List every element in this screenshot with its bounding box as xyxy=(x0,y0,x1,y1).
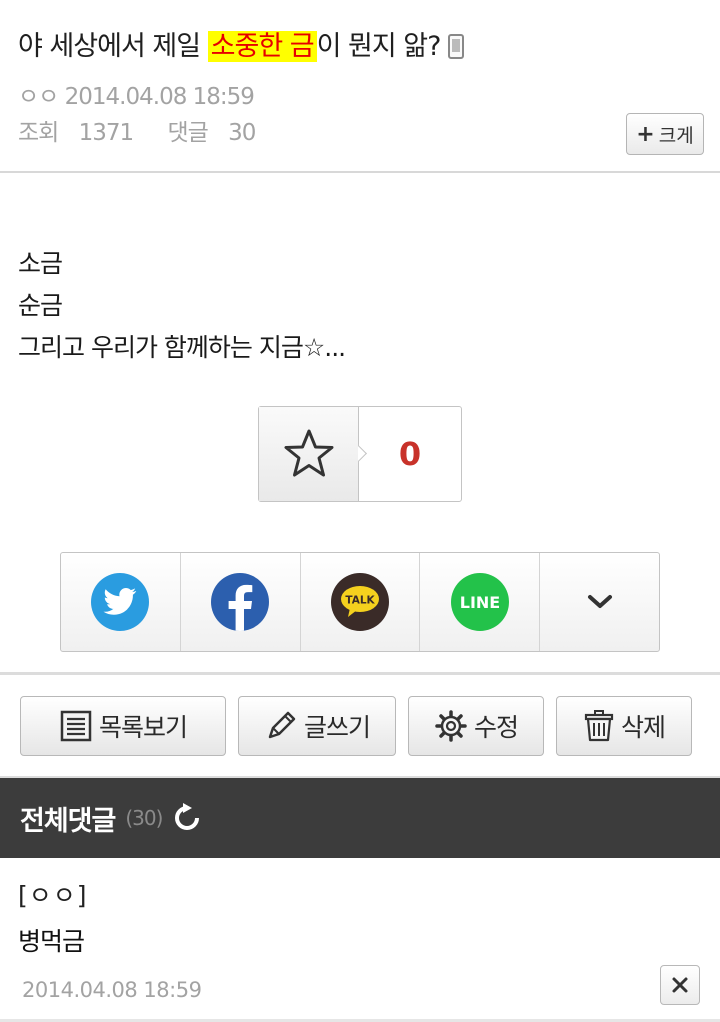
share-bar: TALK LINE xyxy=(60,552,660,652)
title-highlight: 소중한 금 xyxy=(207,31,317,62)
comment-body: 병먹금 xyxy=(18,927,85,956)
content-line: 소금 xyxy=(18,249,63,278)
line-text: LINE xyxy=(460,593,500,612)
recommend-box: 0 xyxy=(258,406,462,502)
views-count: 1371 xyxy=(78,120,135,146)
comments-label: 댓글 xyxy=(167,120,209,146)
recommend-count: 0 xyxy=(398,435,422,473)
edit-label: 수정 xyxy=(473,713,519,742)
twitter-icon xyxy=(91,573,150,631)
share-facebook-button[interactable] xyxy=(181,553,301,651)
line-icon: LINE xyxy=(450,573,509,631)
recommend-button[interactable] xyxy=(259,407,359,501)
title-text-start: 야 세상에서 제일 xyxy=(18,31,208,62)
delete-label: 삭제 xyxy=(620,713,666,742)
views-stat: 조회 1371 xyxy=(18,120,147,146)
comment-datetime: 2014.04.08 18:59 xyxy=(22,978,202,1002)
share-more-button[interactable] xyxy=(540,553,659,651)
mobile-icon xyxy=(448,34,465,59)
enlarge-text-label: 크게 xyxy=(658,124,694,147)
trash-icon xyxy=(584,710,614,742)
comment-author: [ㅇㅇ] xyxy=(18,881,88,910)
gear-icon xyxy=(435,710,467,742)
write-label: 글쓰기 xyxy=(303,713,371,742)
content-line: 그리고 우리가 함께하는 지금☆... xyxy=(18,333,346,362)
delete-button[interactable]: 삭제 xyxy=(556,696,692,756)
kakao-talk-text: TALK xyxy=(345,595,375,607)
post-title: 야 세상에서 제일 소중한 금이 뭔지 앎? xyxy=(18,24,465,63)
enlarge-text-button[interactable]: + 크게 xyxy=(626,113,704,155)
post-meta-stats: 조회 1371 댓글 30 xyxy=(18,113,283,147)
content-line: 순금 xyxy=(18,291,63,320)
post-content: 소금 순금 그리고 우리가 함께하는 지금☆... xyxy=(18,243,346,369)
comments-count: 30 xyxy=(228,120,256,146)
list-view-button[interactable]: 목록보기 xyxy=(20,696,226,756)
comments-header: 전체댓글 (30) xyxy=(0,778,720,858)
post-datetime: 2014.04.08 18:59 xyxy=(64,84,255,110)
write-button[interactable]: 글쓰기 xyxy=(238,696,396,756)
comments-total: (30) xyxy=(125,806,163,830)
post-header: 야 세상에서 제일 소중한 금이 뭔지 앎? ㅇㅇ 2014.04.08 18:… xyxy=(0,0,720,173)
plus-icon: + xyxy=(636,121,655,147)
edit-button[interactable]: 수정 xyxy=(408,696,544,756)
post-author: ㅇㅇ xyxy=(18,84,59,110)
post-meta-author: ㅇㅇ 2014.04.08 18:59 xyxy=(18,77,255,111)
star-icon xyxy=(284,429,333,477)
close-icon xyxy=(672,977,688,993)
share-twitter-button[interactable] xyxy=(61,553,181,651)
pencil-icon xyxy=(268,711,296,739)
list-view-label: 목록보기 xyxy=(98,713,188,742)
comments-title: 전체댓글 xyxy=(20,805,116,837)
section-divider xyxy=(0,672,720,675)
comment-delete-button[interactable] xyxy=(660,965,700,1005)
refresh-icon[interactable] xyxy=(172,803,202,833)
chevron-down-icon xyxy=(587,595,612,608)
comments-stat: 댓글 30 xyxy=(168,120,270,146)
title-text-end: 이 뭔지 앎? xyxy=(316,31,442,62)
list-icon xyxy=(60,710,92,742)
share-line-button[interactable]: LINE xyxy=(420,553,541,651)
kakaotalk-icon: TALK xyxy=(330,573,389,631)
facebook-icon xyxy=(211,573,270,631)
views-label: 조회 xyxy=(18,120,59,146)
share-kakaotalk-button[interactable]: TALK xyxy=(301,553,421,651)
